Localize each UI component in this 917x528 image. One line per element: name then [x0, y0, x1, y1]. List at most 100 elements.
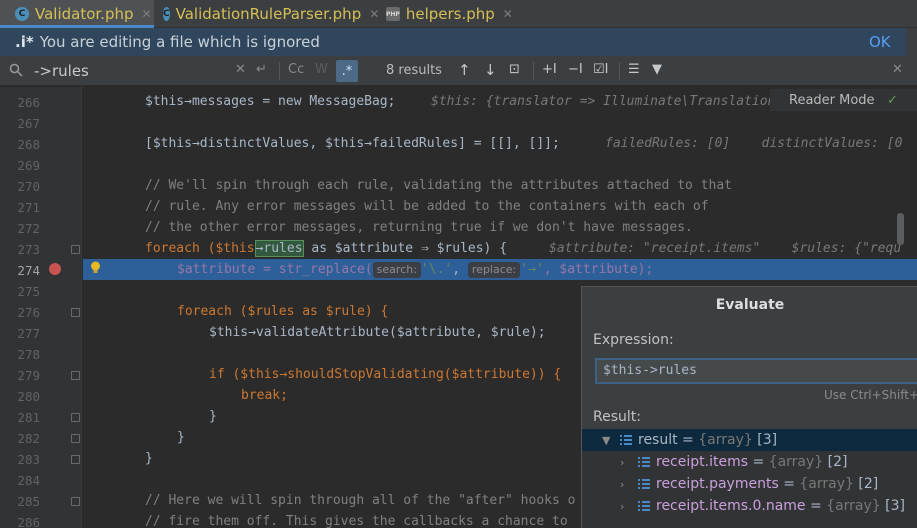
code-text: $this→messages = new MessageBag; — [145, 94, 396, 109]
tab-label: Validator.php — [35, 5, 134, 23]
code-text: foreach ($this — [145, 241, 255, 256]
array-key: receipt.payments — [656, 476, 779, 492]
shortcut-hint: Use Ctrl+Shift+E — [824, 388, 917, 402]
close-find-icon[interactable]: ✕ — [892, 62, 903, 77]
filter-options-icon[interactable]: ☰ — [628, 62, 640, 77]
tree-row[interactable]: › receipt.items = {array} [2] — [582, 451, 917, 473]
code-text: } — [145, 451, 153, 466]
line-number[interactable]: 269 — [0, 158, 40, 173]
tab-validator[interactable]: C Validator.php ✕ — [0, 0, 154, 28]
dialog-title[interactable]: Evaluate — [582, 287, 917, 323]
search-input[interactable]: ->rules — [34, 62, 89, 80]
line-number-current[interactable]: 274 — [0, 263, 40, 278]
fold-marker[interactable] — [71, 413, 80, 422]
tree-row[interactable]: › receipt.payments = {array} [2] — [582, 473, 917, 495]
line-number[interactable]: 283 — [0, 452, 40, 467]
tree-row[interactable]: › receipt.items.0.name = {array} [3] — [582, 495, 917, 517]
line-number[interactable]: 285 — [0, 494, 40, 509]
clear-icon[interactable]: ✕ — [235, 62, 246, 77]
line-number[interactable]: 272 — [0, 221, 40, 236]
fold-marker[interactable] — [71, 371, 80, 380]
previous-occurrence-icon[interactable]: ↑ — [458, 61, 471, 79]
search-icon[interactable] — [9, 63, 23, 77]
parameter-hint: search: — [372, 262, 421, 278]
line-number[interactable]: 281 — [0, 410, 40, 425]
variable-count: [2] — [827, 454, 848, 470]
breakpoint-icon[interactable] — [49, 263, 61, 275]
fold-marker[interactable] — [71, 455, 80, 464]
reader-mode-toggle[interactable]: Reader Mode ✓ — [770, 89, 917, 111]
select-all-icon[interactable]: ⊡ — [509, 62, 520, 77]
line-number[interactable]: 266 — [0, 95, 40, 110]
tab-helpers[interactable]: PHP helpers.php ✕ — [372, 0, 513, 28]
tree-row-result[interactable]: ▼ result = {array} [3] — [582, 429, 917, 451]
fold-marker[interactable] — [71, 434, 80, 443]
code-text: } — [209, 409, 217, 424]
line-number[interactable]: 273 — [0, 242, 40, 257]
line-number[interactable]: 284 — [0, 473, 40, 488]
line-number[interactable]: 275 — [0, 284, 40, 299]
close-icon[interactable]: ✕ — [142, 7, 152, 21]
code-line-273: foreach ($this→rules as $attribute ⇒ $ru… — [83, 238, 901, 259]
fold-marker[interactable] — [71, 245, 80, 254]
expression-input[interactable]: $this->rules — [595, 358, 917, 384]
notification-sidebar — [906, 28, 917, 56]
find-bar: ->rules ✕ ↵ Cc W .* 8 results ↑ ↓ ⊡ +Ⅰ −… — [0, 56, 917, 86]
add-occurrence-icon[interactable]: +Ⅰ — [542, 62, 557, 77]
variable-count: [3] — [885, 498, 905, 514]
string-literal: '\.' — [420, 262, 453, 277]
variable-name: result — [638, 432, 678, 448]
inline-value-hint: $this: {translator => Illuminate\Transla… — [431, 94, 776, 109]
tab-label: helpers.php — [405, 5, 495, 23]
divider — [279, 62, 280, 80]
check-icon: ✓ — [887, 92, 898, 108]
next-occurrence-icon[interactable]: ↓ — [484, 61, 497, 79]
new-line-icon[interactable]: ↵ — [256, 62, 267, 77]
ok-link[interactable]: OK — [869, 33, 891, 51]
line-number[interactable]: 268 — [0, 137, 40, 152]
code-text: as $attribute ⇒ $rules) { — [303, 241, 508, 256]
line-number[interactable]: 276 — [0, 305, 40, 320]
comment-text: // We'll spin through each rule, validat… — [145, 178, 732, 193]
reader-mode-label: Reader Mode — [789, 92, 875, 108]
filter-icon[interactable]: ▼ — [652, 62, 662, 77]
scrollbar-thumb[interactable] — [897, 213, 904, 245]
line-number[interactable]: 270 — [0, 179, 40, 194]
regex-button[interactable]: .* — [336, 60, 358, 82]
line-number[interactable]: 286 — [0, 515, 40, 528]
code-line-272: // the other error messages, returning t… — [83, 217, 693, 238]
remove-occurrence-icon[interactable]: −Ⅰ — [568, 62, 583, 77]
variable-type: {array} — [698, 432, 753, 448]
match-case-button[interactable]: Cc — [288, 62, 304, 77]
fold-marker[interactable] — [71, 308, 80, 317]
tab-validation-rule-parser[interactable]: C ValidationRuleParser.php ✕ — [154, 0, 379, 28]
inline-value-hint: $attribute: "receipt.items" $rules: {"re… — [549, 241, 902, 256]
line-number[interactable]: 271 — [0, 200, 40, 215]
evaluate-dialog: Evaluate Expression: $this->rules Use Ct… — [581, 286, 917, 528]
chevron-down-icon[interactable]: ▼ — [602, 434, 610, 447]
close-icon[interactable]: ✕ — [503, 7, 513, 21]
php-file-icon: PHP — [386, 7, 400, 21]
fold-marker[interactable] — [71, 497, 80, 506]
line-number[interactable]: 280 — [0, 389, 40, 404]
code-text: [$this→distinctValues, $this→failedRules… — [145, 136, 560, 151]
chevron-right-icon[interactable]: › — [620, 456, 624, 469]
chevron-right-icon[interactable]: › — [620, 478, 624, 491]
code-line-286: // fire them off. This gives the callbac… — [83, 511, 568, 528]
code-line-268: [$this→distinctValues, $this→failedRules… — [83, 133, 902, 154]
divider — [619, 62, 620, 80]
line-number[interactable]: 277 — [0, 326, 40, 341]
class-file-icon: C — [163, 7, 170, 21]
whole-words-button[interactable]: W — [315, 62, 328, 77]
line-number[interactable]: 279 — [0, 368, 40, 383]
line-number[interactable]: 278 — [0, 347, 40, 362]
parameter-hint: replace: — [467, 262, 521, 278]
class-file-icon: C — [15, 7, 29, 21]
line-number[interactable]: 282 — [0, 431, 40, 446]
variable-type: {array} — [799, 476, 854, 492]
line-number[interactable]: 267 — [0, 116, 40, 131]
code-text: $this→validateAttribute($attribute, $rul… — [209, 325, 546, 340]
select-all-occurrences-icon[interactable]: ☑Ⅰ — [593, 62, 609, 77]
chevron-right-icon[interactable]: › — [620, 500, 624, 513]
code-text: , $attribute); — [543, 262, 654, 277]
